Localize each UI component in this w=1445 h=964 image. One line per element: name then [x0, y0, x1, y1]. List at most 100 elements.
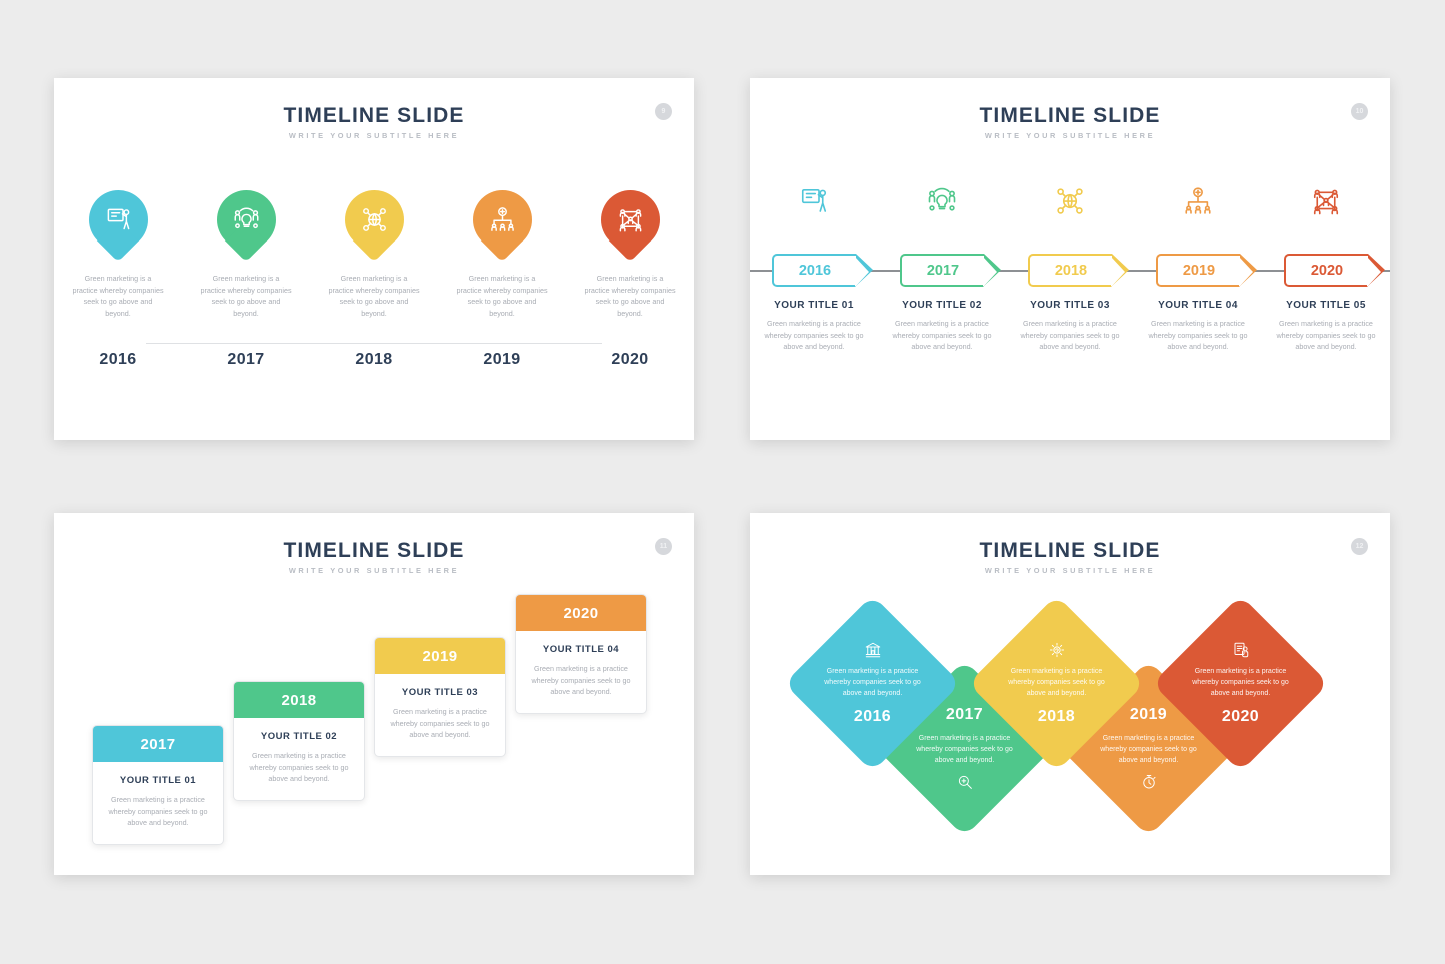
- page-number-badge: 9: [655, 103, 672, 120]
- badge-arrow-inner: [1111, 257, 1125, 287]
- pin-marker[interactable]: [216, 190, 276, 263]
- badge-arrow-inner: [1239, 257, 1253, 287]
- pin-description: Green marketing is a practice whereby co…: [72, 274, 164, 318]
- milestone-description: Green marketing is a practice whereby co…: [1020, 319, 1120, 351]
- page-title: TIMELINE SLIDE: [283, 104, 465, 127]
- year-badge-label: 2019: [1182, 262, 1216, 279]
- pin-description: Green marketing is a practice whereby co…: [200, 274, 292, 318]
- diamond-year: 2017: [945, 706, 984, 723]
- add-user-hierarchy-icon: [473, 190, 532, 249]
- slide-3-stair-cards[interactable]: TIMELINE SLIDE WRITE YOUR SUBTITLE HERE …: [54, 513, 694, 875]
- lightbulb-team-icon: [217, 190, 276, 249]
- timeline-card[interactable]: 2019 YOUR TITLE 03 Green marketing is a …: [374, 637, 506, 757]
- icon-row: [750, 186, 1390, 216]
- card-year-label: 2018: [281, 691, 317, 709]
- badge-arrow-inner: [983, 257, 997, 287]
- gear-idea-icon: [1048, 641, 1066, 659]
- diamond-year: 2018: [1037, 708, 1076, 725]
- pin-item[interactable]: Green marketing is a practice whereby co…: [566, 190, 694, 319]
- page-title: TIMELINE SLIDE: [979, 104, 1161, 127]
- page-title: TIMELINE SLIDE: [283, 539, 465, 562]
- diamond-description: Green marketing is a practice whereby co…: [1192, 668, 1289, 697]
- milestone-text-block: YOUR TITLE 03 Green marketing is a pract…: [1006, 300, 1134, 353]
- pin-description: Green marketing is a practice whereby co…: [584, 274, 676, 318]
- diamond-milestone[interactable]: Green marketing is a practice whereby co…: [784, 595, 961, 772]
- slide-2-arrow-timeline[interactable]: TIMELINE SLIDE WRITE YOUR SUBTITLE HERE …: [750, 78, 1390, 440]
- add-user-hierarchy-icon: [1134, 186, 1262, 216]
- page-title: TIMELINE SLIDE: [979, 539, 1161, 562]
- page-number-badge: 12: [1351, 538, 1368, 555]
- diamond-description: Green marketing is a practice whereby co…: [1008, 668, 1105, 697]
- page-number-badge: 10: [1351, 103, 1368, 120]
- pin-marker[interactable]: [472, 190, 532, 263]
- year-badge[interactable]: 2020: [1284, 254, 1385, 287]
- year-row: 2016 2017 2018 2019 2020: [54, 351, 694, 369]
- year-badge[interactable]: 2016: [772, 254, 873, 287]
- year-label: 2017: [227, 351, 265, 368]
- year-badge-label: 2016: [798, 262, 832, 279]
- card-body: YOUR TITLE 01 Green marketing is a pract…: [93, 762, 223, 844]
- milestone-text-block: YOUR TITLE 01 Green marketing is a pract…: [750, 300, 878, 353]
- timeline-card[interactable]: 2020 YOUR TITLE 04 Green marketing is a …: [515, 594, 647, 714]
- milestone-description: Green marketing is a practice whereby co…: [892, 319, 992, 351]
- card-description: Green marketing is a practice whereby co…: [531, 664, 631, 696]
- pin-item[interactable]: Green marketing is a practice whereby co…: [438, 190, 566, 319]
- pin-marker[interactable]: [88, 190, 148, 263]
- card-title: YOUR TITLE 01: [119, 775, 197, 786]
- card-year-header: 2020: [516, 595, 646, 631]
- year-label: 2020: [611, 351, 649, 368]
- card-year-header: 2019: [375, 638, 505, 674]
- milestone-text-block: YOUR TITLE 04 Green marketing is a pract…: [1134, 300, 1262, 353]
- card-year-header: 2017: [93, 726, 223, 762]
- milestone-text-block: YOUR TITLE 05 Green marketing is a pract…: [1262, 300, 1390, 353]
- pin-item[interactable]: Green marketing is a practice whereby co…: [54, 190, 182, 319]
- milestone-description: Green marketing is a practice whereby co…: [1148, 319, 1248, 351]
- pin-marker[interactable]: [344, 190, 404, 263]
- year-badge-cell: 2020: [1262, 254, 1390, 287]
- year-badge[interactable]: 2019: [1156, 254, 1257, 287]
- milestone-title: YOUR TITLE 05: [1286, 300, 1366, 311]
- people-network-icon: [1262, 186, 1390, 216]
- slide-4-diamond-timeline[interactable]: TIMELINE SLIDE WRITE YOUR SUBTITLE HERE …: [750, 513, 1390, 875]
- milestone-description: Green marketing is a practice whereby co…: [764, 319, 864, 351]
- stopwatch-icon: [1140, 773, 1158, 791]
- year-badge[interactable]: 2017: [900, 254, 1001, 287]
- year-label: 2018: [355, 351, 393, 368]
- year-badge-cell: 2017: [878, 254, 1006, 287]
- year-badge-cell: 2016: [750, 254, 878, 287]
- card-year-label: 2017: [140, 735, 176, 753]
- card-body: YOUR TITLE 03 Green marketing is a pract…: [375, 674, 505, 756]
- card-title: YOUR TITLE 02: [260, 731, 338, 742]
- pin-item[interactable]: Green marketing is a practice whereby co…: [182, 190, 310, 319]
- pin-marker[interactable]: [600, 190, 660, 263]
- diamond-description: Green marketing is a practice whereby co…: [824, 668, 921, 697]
- pin-item[interactable]: Green marketing is a practice whereby co…: [310, 190, 438, 319]
- card-title: YOUR TITLE 03: [401, 687, 479, 698]
- milestone-title: YOUR TITLE 02: [902, 300, 982, 311]
- diamond-milestone[interactable]: Green marketing is a practice whereby co…: [968, 595, 1145, 772]
- timeline-rule: [146, 343, 602, 344]
- page-number-badge: 11: [655, 538, 672, 555]
- diamond-milestone[interactable]: Green marketing is a practice whereby co…: [1152, 595, 1329, 772]
- badge-arrow-inner: [855, 257, 869, 287]
- slide-1-pin-timeline[interactable]: TIMELINE SLIDE WRITE YOUR SUBTITLE HERE …: [54, 78, 694, 440]
- presenter-board-icon: [89, 190, 148, 249]
- year-badge-label: 2018: [1054, 262, 1088, 279]
- year-badge[interactable]: 2018: [1028, 254, 1129, 287]
- milestone-title: YOUR TITLE 01: [774, 300, 854, 311]
- milestone-text-block: YOUR TITLE 02 Green marketing is a pract…: [878, 300, 1006, 353]
- diamond-year: 2020: [1221, 708, 1260, 725]
- people-network-icon: [601, 190, 660, 249]
- card-year-header: 2018: [234, 682, 364, 718]
- year-badge-cell: 2019: [1134, 254, 1262, 287]
- bank-building-icon: [864, 641, 882, 659]
- card-body: YOUR TITLE 04 Green marketing is a pract…: [516, 631, 646, 713]
- page-subtitle: WRITE YOUR SUBTITLE HERE: [984, 131, 1156, 140]
- timeline-card[interactable]: 2017 YOUR TITLE 01 Green marketing is a …: [92, 725, 224, 845]
- page-subtitle: WRITE YOUR SUBTITLE HERE: [288, 131, 460, 140]
- diamond-year: 2019: [1129, 706, 1168, 723]
- text-row: YOUR TITLE 01 Green marketing is a pract…: [750, 300, 1390, 353]
- timeline-card[interactable]: 2018 YOUR TITLE 02 Green marketing is a …: [233, 681, 365, 801]
- year-badge-cell: 2018: [1006, 254, 1134, 287]
- page-subtitle: WRITE YOUR SUBTITLE HERE: [288, 566, 460, 575]
